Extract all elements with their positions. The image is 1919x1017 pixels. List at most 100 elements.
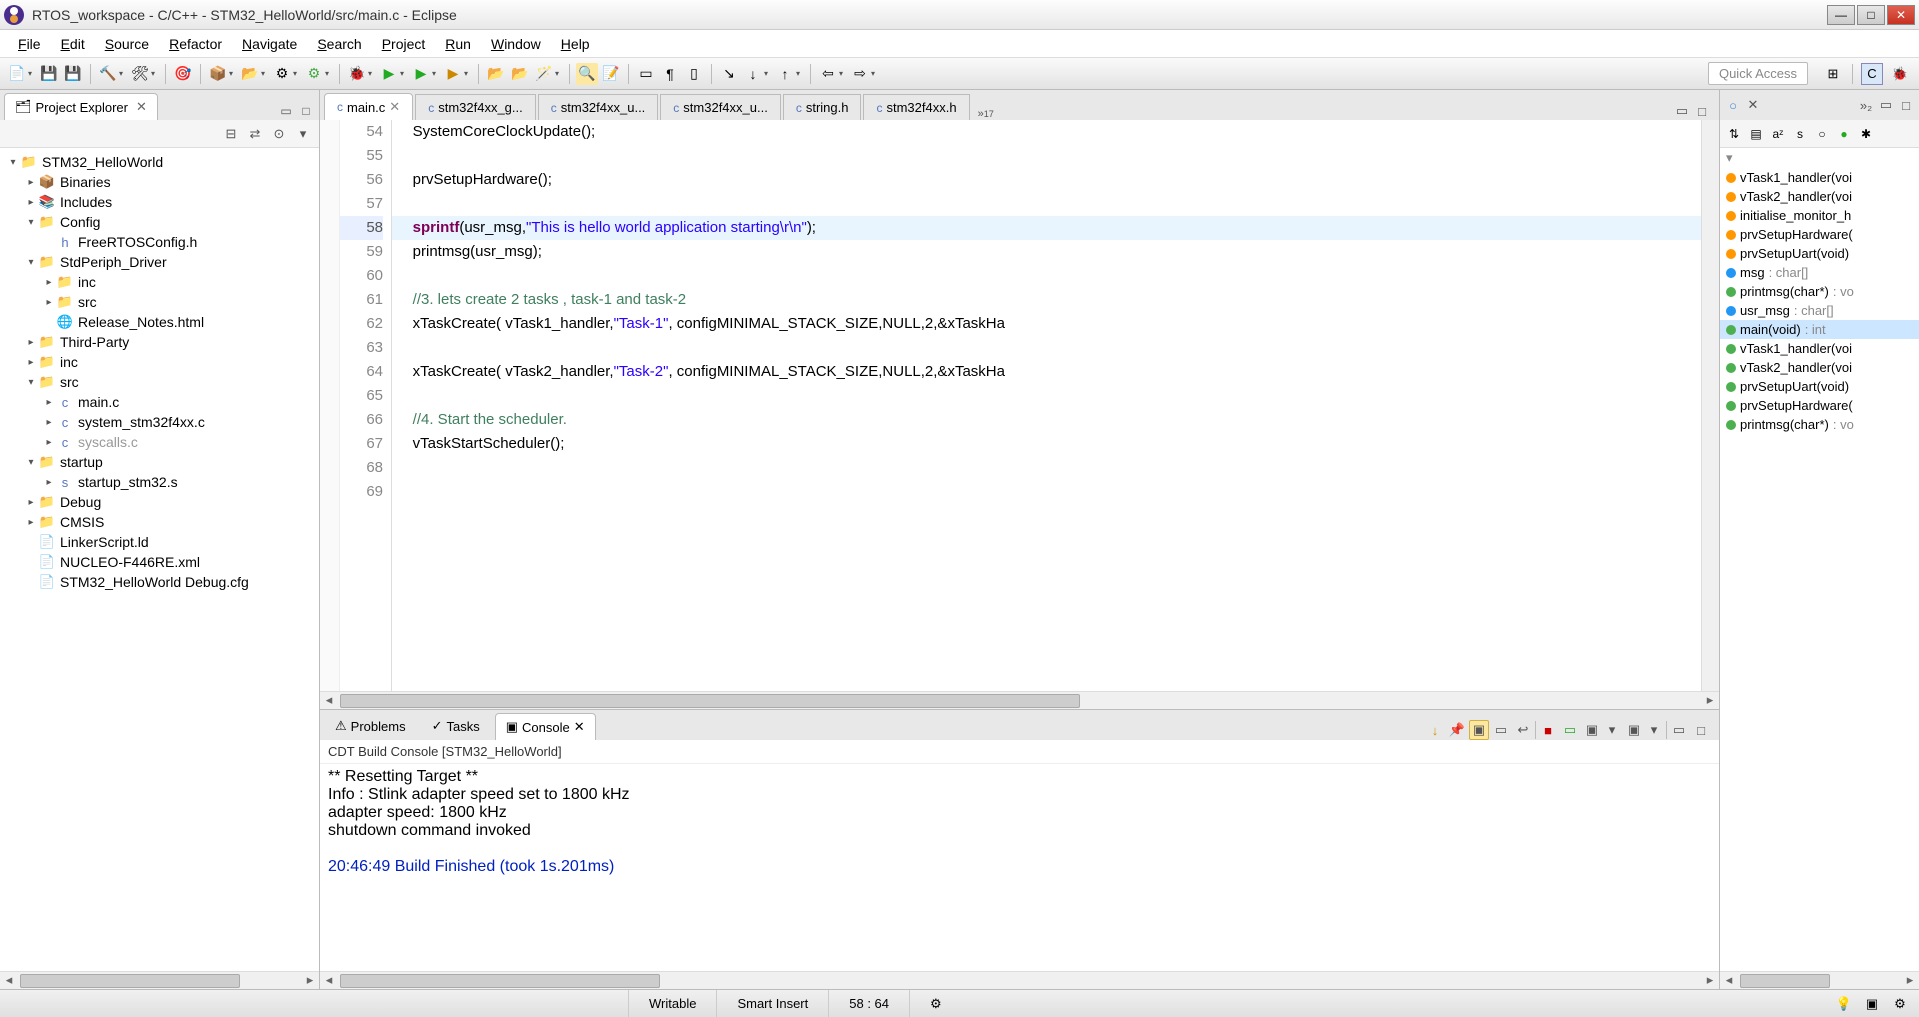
console-tab-console[interactable]: ▣Console✕ (495, 713, 596, 740)
tree-item[interactable]: ▸📁src (0, 292, 319, 312)
maximize-panel-icon[interactable]: □ (297, 102, 315, 120)
run-alt-icon[interactable]: ▶ (410, 63, 432, 85)
menu-edit[interactable]: Edit (51, 32, 95, 56)
editor-tab[interactable]: cstring.h (783, 94, 862, 120)
scroll-left-icon[interactable]: ◂ (320, 972, 338, 990)
open-perspective-icon[interactable]: ⊞ (1822, 63, 1844, 85)
menu-refactor[interactable]: Refactor (159, 32, 232, 56)
updates-icon[interactable]: ▣ (1861, 993, 1883, 1015)
outline-item[interactable]: printmsg(char*) : vo (1720, 415, 1919, 434)
editor-tab[interactable]: cstm32f4xx.h (863, 94, 969, 120)
filter-static-icon[interactable]: s (1790, 124, 1810, 144)
annotation-icon[interactable]: 📝 (600, 63, 622, 85)
close-icon[interactable]: ✕ (1744, 96, 1762, 114)
run-icon[interactable]: ▶ (378, 63, 400, 85)
tree-item[interactable]: ▾📁Config (0, 212, 319, 232)
scroll-right-icon[interactable]: ▸ (1701, 972, 1719, 990)
maximize-panel-icon[interactable]: □ (1897, 96, 1915, 114)
green-gear-icon[interactable]: ⚙ (303, 63, 325, 85)
menu-search[interactable]: Search (307, 32, 371, 56)
c-cpp-perspective-icon[interactable]: C (1861, 63, 1883, 85)
forward-icon[interactable]: ⇨ (849, 63, 871, 85)
target-icon[interactable]: 🎯 (172, 63, 194, 85)
display-console-icon[interactable]: ▣ (1582, 720, 1602, 740)
code-editor[interactable]: 54555657585960616263646566676869 SystemC… (320, 120, 1719, 691)
view-menu-icon[interactable]: ▾ (293, 124, 313, 144)
console-minimize-icon[interactable]: ▭ (1669, 720, 1689, 740)
tip-icon[interactable]: 💡 (1833, 993, 1855, 1015)
open-folder-icon[interactable]: 📂 (485, 63, 507, 85)
tree-item[interactable]: 📄LinkerScript.ld (0, 532, 319, 552)
menu-run[interactable]: Run (435, 32, 481, 56)
quick-access-input[interactable]: Quick Access (1708, 62, 1808, 85)
outline-item[interactable]: vTask1_handler(voi (1720, 339, 1919, 358)
tree-item[interactable]: ▸📚Includes (0, 192, 319, 212)
outline-item[interactable]: prvSetupHardware( (1720, 225, 1919, 244)
folder-icon[interactable]: 📂 (239, 63, 261, 85)
outline-item[interactable]: vTask2_handler(voi (1720, 187, 1919, 206)
open-type-icon[interactable]: 📂 (509, 63, 531, 85)
word-wrap-icon[interactable]: ↩ (1513, 720, 1533, 740)
scroll-right-icon[interactable]: ▸ (1901, 972, 1919, 990)
menu-file[interactable]: File (8, 32, 51, 56)
stop-icon[interactable]: ■ (1538, 720, 1558, 740)
tree-item[interactable]: ▸📁inc (0, 352, 319, 372)
tree-item[interactable]: 🌐Release_Notes.html (0, 312, 319, 332)
close-icon[interactable]: ✕ (389, 99, 400, 115)
filter-az-icon[interactable]: aᶻ (1768, 124, 1788, 144)
editor-vscrollbar[interactable] (1701, 120, 1719, 691)
maximize-editor-icon[interactable]: □ (1693, 102, 1711, 120)
close-icon[interactable]: ✕ (136, 99, 147, 115)
build-icon[interactable]: 🛠 (129, 63, 151, 85)
hammer-icon[interactable]: 🔨 (97, 63, 119, 85)
outline-item[interactable]: msg : char[] (1720, 263, 1919, 282)
package-icon[interactable]: 📦 (207, 63, 229, 85)
next-annotation-icon[interactable]: ↓ (742, 63, 764, 85)
prev-annotation-icon[interactable]: ↑ (774, 63, 796, 85)
editor-tab[interactable]: cstm32f4xx_u... (538, 94, 659, 120)
progress-icon[interactable]: ⚙ (1889, 993, 1911, 1015)
scroll-lock-down-icon[interactable]: ↓ (1425, 720, 1445, 740)
scroll-left-icon[interactable]: ◂ (1720, 972, 1738, 990)
show-whitespace-icon[interactable]: ¶ (659, 63, 681, 85)
menu-window[interactable]: Window (481, 32, 551, 56)
tree-item[interactable]: ▸📁Debug (0, 492, 319, 512)
outline-item[interactable]: vTask1_handler(voi (1720, 168, 1919, 187)
view-menu-icon[interactable]: ✱ (1856, 124, 1876, 144)
tree-item[interactable]: ▸📁CMSIS (0, 512, 319, 532)
group-icon[interactable]: ● (1834, 124, 1854, 144)
scroll-thumb[interactable] (340, 974, 660, 988)
filter-fields-icon[interactable]: ▤ (1746, 124, 1766, 144)
editor-tab[interactable]: cstm32f4xx_g... (415, 94, 536, 120)
tree-item[interactable]: ▸📦Binaries (0, 172, 319, 192)
tree-item[interactable]: ▸csyscalls.c (0, 432, 319, 452)
outline-item[interactable]: prvSetupUart(void) (1720, 377, 1919, 396)
tree-item[interactable]: ▸csystem_stm32f4xx.c (0, 412, 319, 432)
outline-item[interactable]: printmsg(char*) : vo (1720, 282, 1919, 301)
tree-project-root[interactable]: ▾ 📁 STM32_HelloWorld (0, 152, 319, 172)
tree-item[interactable]: ▾📁src (0, 372, 319, 392)
pin-console-icon[interactable]: 📌 (1447, 720, 1467, 740)
console-output[interactable]: ** Resetting Target **Info : Stlink adap… (320, 764, 1719, 971)
scroll-right-icon[interactable]: ▸ (1701, 692, 1719, 710)
line-gutter[interactable]: 54555657585960616263646566676869 (340, 120, 392, 691)
close-button[interactable]: ✕ (1887, 5, 1915, 25)
collapse-icon[interactable]: ▾ (1726, 150, 1733, 165)
menu-source[interactable]: Source (95, 32, 159, 56)
sort-icon[interactable]: ⇅ (1724, 124, 1744, 144)
tree-item[interactable]: ▸📁inc (0, 272, 319, 292)
minimize-editor-icon[interactable]: ▭ (1673, 102, 1691, 120)
menu-navigate[interactable]: Navigate (232, 32, 307, 56)
menu-project[interactable]: Project (372, 32, 436, 56)
save-icon[interactable]: 💾 (38, 63, 60, 85)
minimize-panel-icon[interactable]: ▭ (277, 102, 295, 120)
tree-item[interactable]: hFreeRTOSConfig.h (0, 232, 319, 252)
new-config-icon[interactable]: ⚙ (271, 63, 293, 85)
menu-help[interactable]: Help (551, 32, 600, 56)
console-tab-problems[interactable]: ⚠Problems (324, 712, 417, 740)
tree-item[interactable]: ▾📁StdPeriph_Driver (0, 252, 319, 272)
editor-tab[interactable]: cstm32f4xx_u... (660, 94, 781, 120)
overflow-icon[interactable]: »₂ (1857, 96, 1875, 114)
clear-console-icon[interactable]: ▭ (1491, 720, 1511, 740)
outline-item[interactable]: prvSetupHardware( (1720, 396, 1919, 415)
